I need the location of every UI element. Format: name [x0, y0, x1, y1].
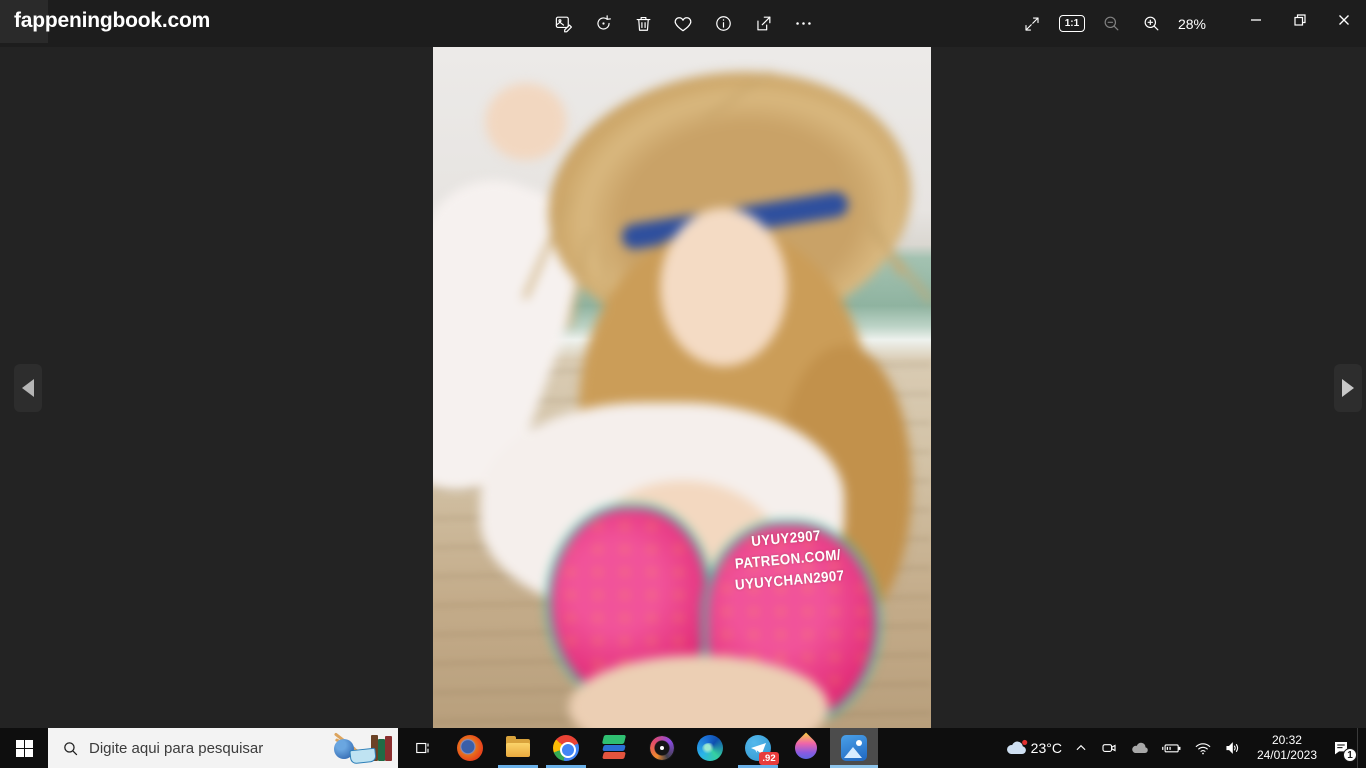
zoom-out-icon[interactable]	[1092, 0, 1132, 47]
taskbar-item-edge[interactable]	[686, 728, 734, 768]
minimize-icon[interactable]	[1234, 0, 1278, 40]
tray-chevron-up-icon[interactable]	[1069, 728, 1093, 768]
volume-icon[interactable]	[1219, 728, 1247, 768]
tray-clock[interactable]: 20:32 24/01/2023	[1249, 733, 1325, 763]
cloud-alert-icon	[1005, 738, 1029, 758]
photo-toolbar	[543, 0, 823, 47]
windows-logo-icon	[16, 740, 33, 757]
fit-to-window-icon[interactable]	[1012, 0, 1052, 47]
chrome-icon	[553, 735, 579, 761]
actual-size-button[interactable]: 1:1	[1052, 0, 1092, 47]
actual-size-label: 1:1	[1059, 15, 1085, 32]
next-arrow-icon[interactable]	[1334, 364, 1362, 412]
system-tray: 23°C	[1000, 728, 1366, 768]
onedrive-icon[interactable]	[1125, 728, 1155, 768]
clock-time: 20:32	[1257, 733, 1317, 748]
window-title: fappeningbook.com	[14, 9, 210, 33]
screen: fappeningbook.com	[0, 0, 1366, 768]
window-controls	[1234, 0, 1366, 40]
view-controls: 1:1 28%	[1012, 0, 1216, 47]
search-icon	[62, 740, 79, 757]
action-center-button[interactable]: 1	[1327, 728, 1355, 768]
search-input[interactable]	[89, 740, 332, 757]
info-icon[interactable]	[703, 0, 743, 47]
telegram-badge: .92	[759, 752, 779, 765]
clock-date: 24/01/2023	[1257, 748, 1317, 763]
taskbar-search[interactable]	[48, 728, 398, 768]
bluestacks-icon	[601, 735, 627, 761]
favorite-heart-icon[interactable]	[663, 0, 703, 47]
photos-icon	[841, 735, 867, 761]
edge-icon	[697, 735, 723, 761]
rotate-icon[interactable]	[583, 0, 623, 47]
taskbar-item-music-player[interactable]	[638, 728, 686, 768]
temperature-label: 23°C	[1031, 740, 1062, 756]
delete-icon[interactable]	[623, 0, 663, 47]
music-player-icon	[649, 735, 675, 761]
photo-subject-abstract	[433, 47, 931, 728]
zoom-level[interactable]: 28%	[1172, 16, 1216, 32]
wifi-icon[interactable]	[1189, 728, 1217, 768]
paint-droplet-icon	[793, 735, 819, 761]
start-button[interactable]	[0, 728, 48, 768]
close-icon[interactable]	[1322, 0, 1366, 40]
task-view-button[interactable]	[398, 728, 446, 768]
telegram-icon: .92	[745, 735, 771, 761]
see-more-icon[interactable]	[783, 0, 823, 47]
restore-icon[interactable]	[1278, 0, 1322, 40]
meet-now-icon[interactable]	[1095, 728, 1123, 768]
search-highlight-graphic	[332, 731, 392, 765]
notification-count-badge: 1	[1343, 748, 1357, 762]
weather-button[interactable]: 23°C	[1000, 728, 1067, 768]
titlebar: fappeningbook.com	[0, 0, 1366, 47]
share-icon[interactable]	[743, 0, 783, 47]
photo-canvas[interactable]: UYUY2907 PATREON.COM/ UYUYCHAN2907	[433, 47, 931, 728]
taskbar-apps: .92	[446, 728, 878, 768]
open-book-icon	[349, 748, 376, 765]
taskbar: .92 23°C	[0, 728, 1366, 768]
taskbar-item-chrome[interactable]	[542, 728, 590, 768]
show-desktop-strip[interactable]	[1357, 728, 1362, 768]
taskbar-item-photos[interactable]	[830, 728, 878, 768]
task-view-icon	[413, 739, 431, 757]
taskbar-item-pixlr[interactable]	[782, 728, 830, 768]
edit-image-icon[interactable]	[543, 0, 583, 47]
taskbar-item-firefox[interactable]	[446, 728, 494, 768]
previous-arrow-icon[interactable]	[14, 364, 42, 412]
firefox-icon	[457, 735, 483, 761]
taskbar-item-telegram[interactable]: .92	[734, 728, 782, 768]
taskbar-item-file-explorer[interactable]	[494, 728, 542, 768]
battery-charging-icon[interactable]	[1157, 728, 1187, 768]
taskbar-item-bluestacks[interactable]	[590, 728, 638, 768]
file-explorer-icon	[505, 735, 531, 761]
photo-viewer: UYUY2907 PATREON.COM/ UYUYCHAN2907	[0, 47, 1366, 728]
zoom-in-icon[interactable]	[1132, 0, 1172, 47]
